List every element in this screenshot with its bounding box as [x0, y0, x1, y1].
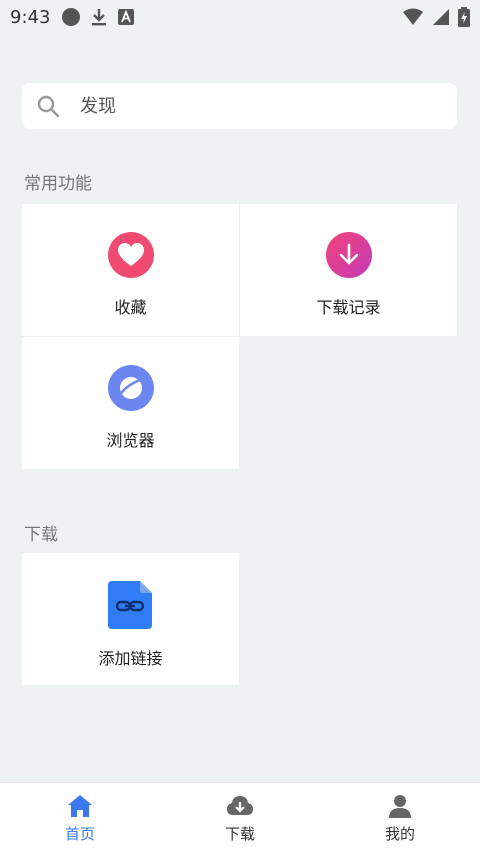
nav-home[interactable]: 首页	[0, 793, 160, 844]
link-file-icon	[107, 581, 154, 629]
status-right-icons	[402, 7, 470, 27]
signal-icon	[433, 9, 449, 25]
search-bar[interactable]	[22, 83, 457, 129]
nav-profile[interactable]: 我的	[320, 793, 480, 844]
status-left-icons	[62, 7, 135, 27]
tile-label: 浏览器	[106, 431, 155, 450]
bottom-navigation: 首页 下载 我的	[0, 782, 480, 853]
tile-favorites[interactable]: 收藏	[22, 204, 239, 336]
search-icon	[37, 95, 60, 118]
wifi-icon	[403, 8, 423, 25]
download-arrow-icon	[325, 232, 372, 278]
tile-label: 收藏	[114, 298, 147, 317]
app-screen: 9:43 发现 常用功能 收藏 下载记录 浏览器 下载 添加链接 首页 下载 我…	[0, 0, 480, 853]
battery-charging-icon	[458, 7, 470, 27]
nav-label: 我的	[384, 824, 415, 843]
tile-add-link[interactable]: 添加链接	[22, 553, 239, 685]
keyboard-a-icon	[118, 9, 135, 25]
home-icon	[68, 794, 92, 817]
nav-label: 首页	[64, 824, 95, 843]
section-title-common: 常用功能	[24, 174, 92, 194]
status-time: 9:43	[10, 6, 51, 28]
cloud-download-icon	[227, 795, 253, 815]
tile-label: 下载记录	[316, 298, 381, 317]
nav-download[interactable]: 下载	[160, 793, 320, 844]
section-title-download: 下载	[24, 525, 58, 545]
user-icon	[389, 794, 411, 818]
tile-browser[interactable]: 浏览器	[22, 337, 239, 469]
planet-icon	[107, 365, 154, 411]
download-icon	[92, 9, 107, 26]
nav-label: 下载	[224, 824, 255, 843]
status-bar: 9:43	[0, 0, 480, 34]
tile-label: 添加链接	[98, 649, 163, 668]
heart-icon	[107, 232, 154, 278]
tile-download-history[interactable]: 下载记录	[240, 204, 457, 336]
search-input[interactable]	[80, 95, 410, 117]
record-dot-icon	[62, 8, 81, 26]
